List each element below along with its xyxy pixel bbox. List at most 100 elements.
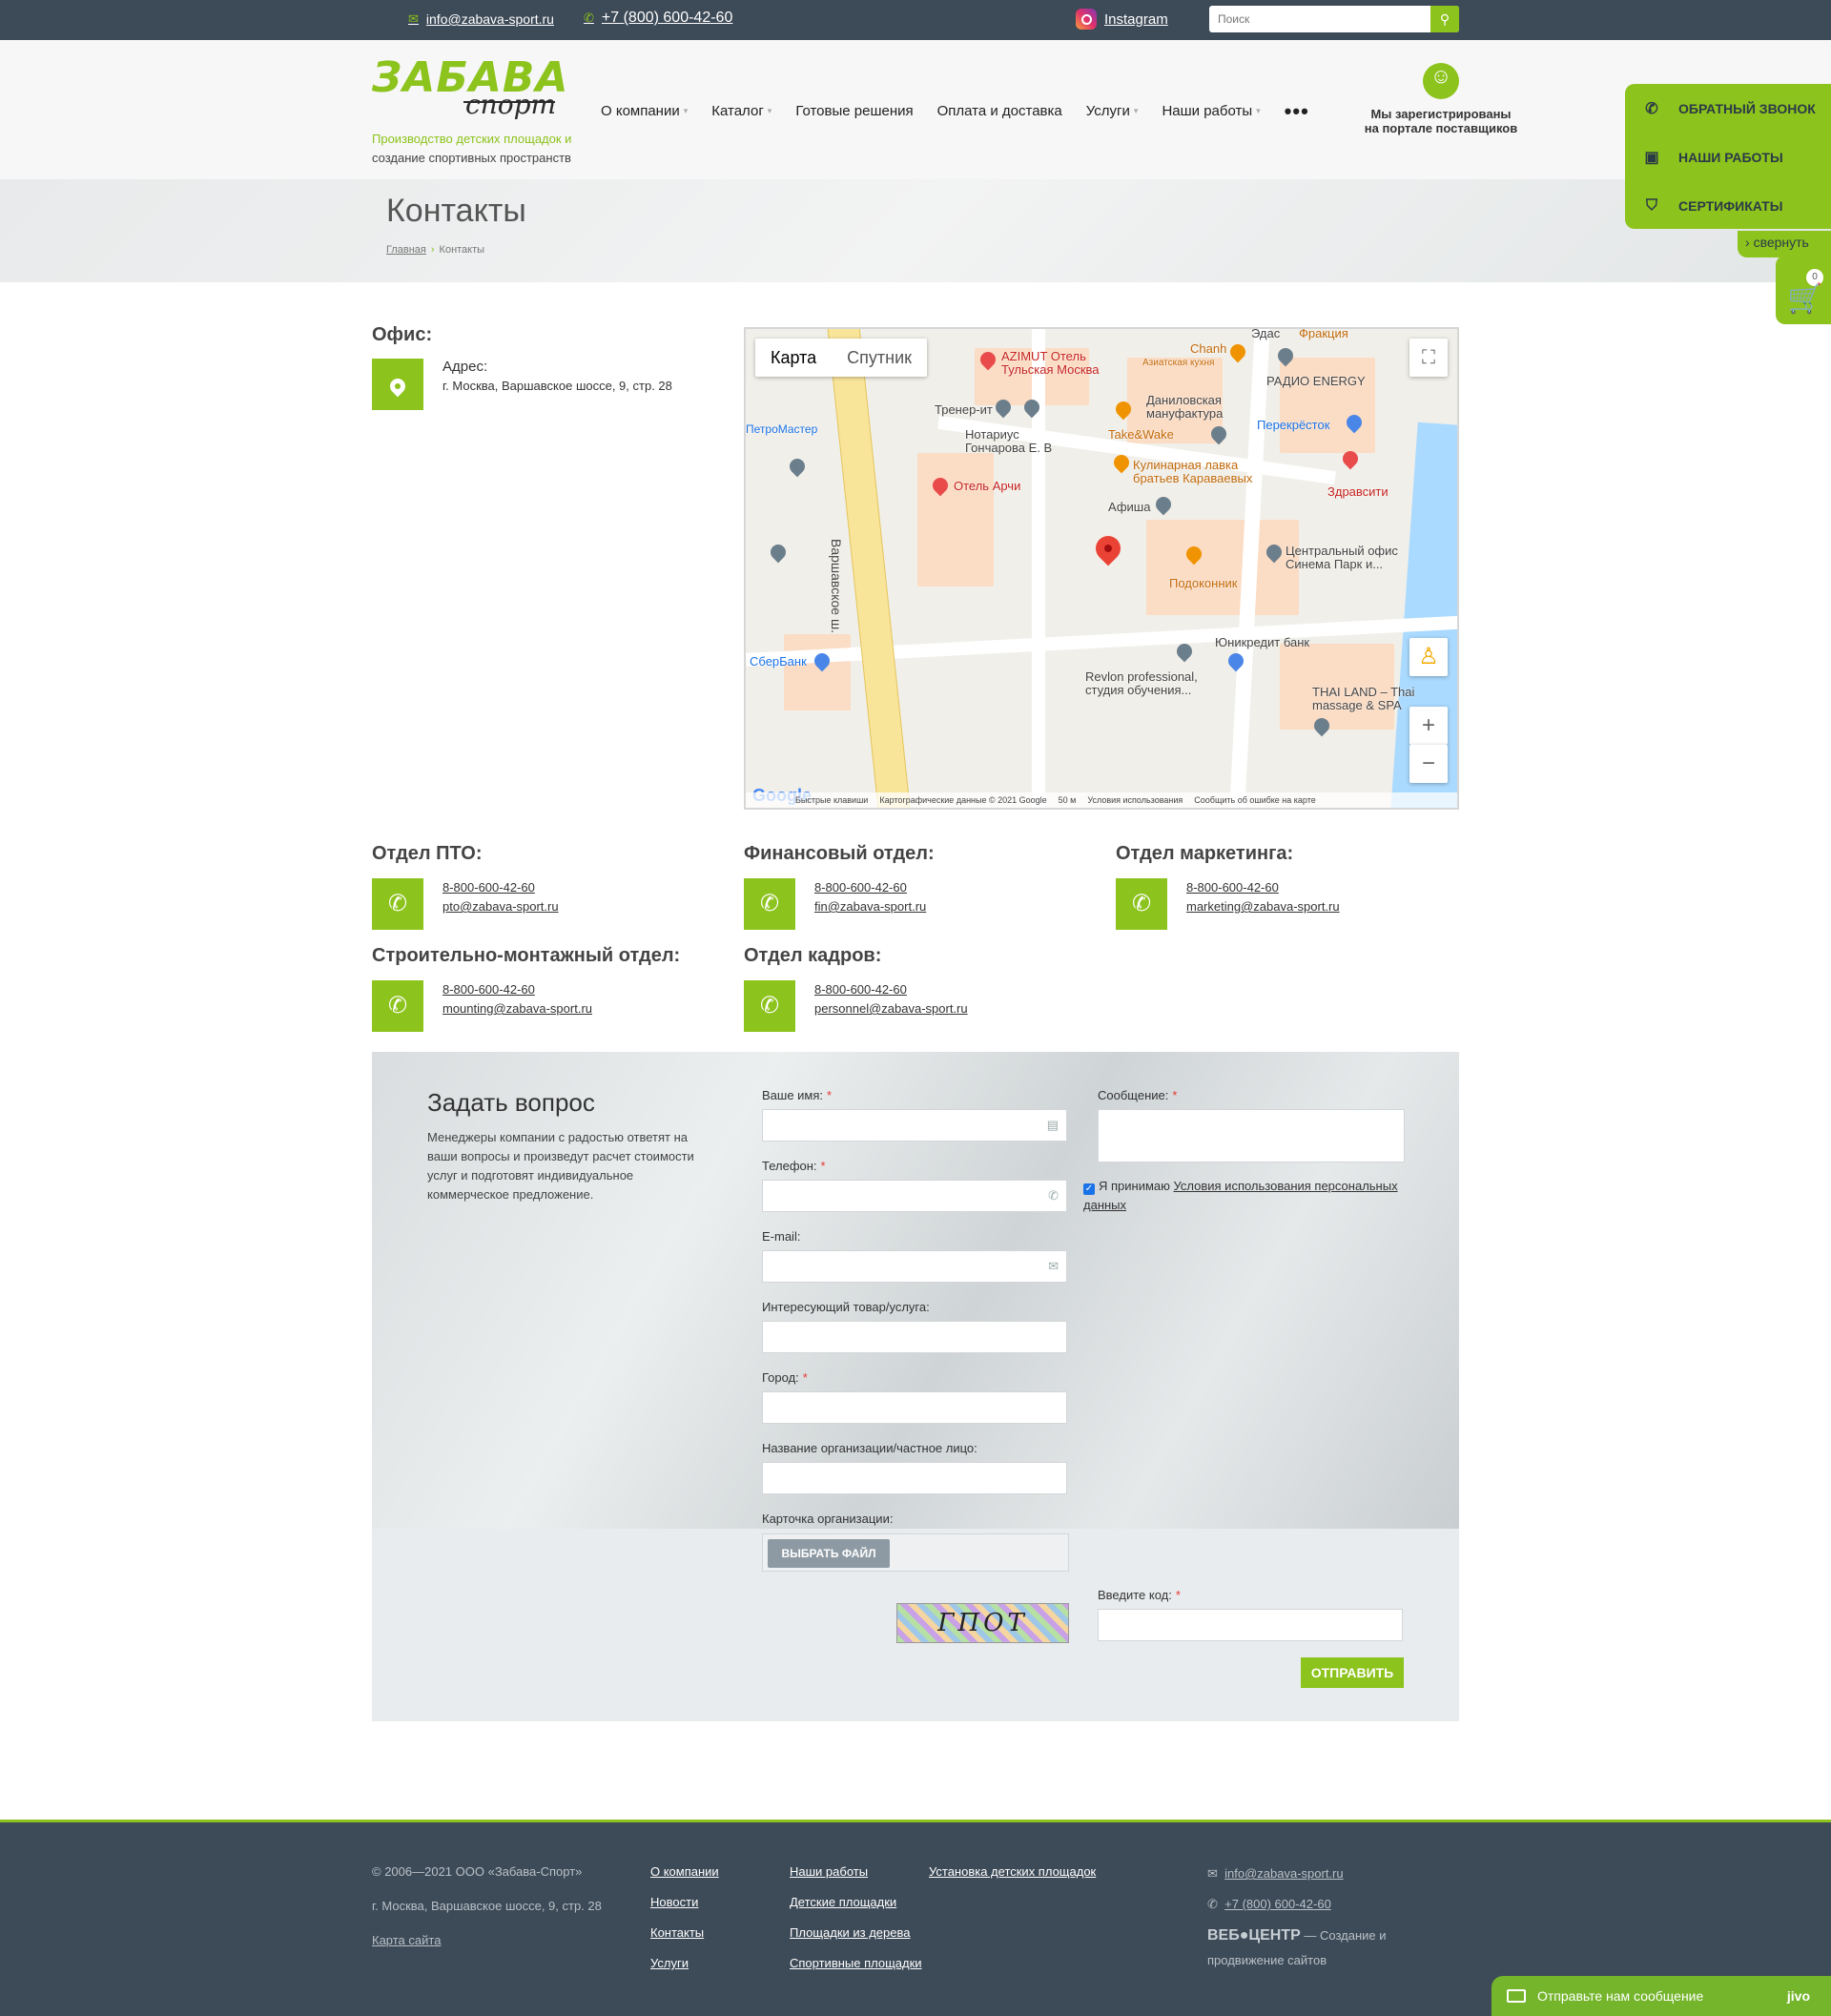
footer-copyright: © 2006—2021 ООО «Забава-Спорт» г. Москва… (372, 1864, 602, 1947)
footer-link-services[interactable]: Услуги (650, 1948, 719, 1979)
dept-phone-link[interactable]: 8-800-600-42-60 (814, 880, 907, 895)
footer-link-installation[interactable]: Установка детских площадок (929, 1857, 1096, 1887)
phone-icon: ✆ (1207, 1897, 1218, 1911)
search-button[interactable]: ⚲ (1430, 6, 1459, 32)
nav-item-catalog[interactable]: Каталог ▾ (711, 103, 771, 119)
breadcrumb: Главная › Контакты (386, 244, 484, 256)
map-poi-pin[interactable] (767, 541, 790, 564)
cart-icon: 🛒 (1787, 283, 1823, 315)
top-phone-link[interactable]: ✆ +7 (800) 600-42-60 (584, 10, 732, 27)
phone-icon: ✆ (744, 878, 795, 930)
office-location-pin[interactable] (1090, 530, 1126, 566)
map-attribution: Быстрые клавиши Картографические данные … (746, 792, 1457, 808)
footer-phone-link[interactable]: +7 (800) 600-42-60 (1224, 1897, 1331, 1911)
certificates-button[interactable]: ⛉ СЕРТИФИКАТЫ (1625, 181, 1831, 230)
phone-icon: ✆ (1048, 1188, 1059, 1203)
webcenter-credit[interactable]: ВЕБ●ЦЕНТР — Создание и продвижение сайто… (1207, 1923, 1408, 1973)
dept-email-link[interactable]: personnel@zabava-sport.ru (814, 1001, 968, 1016)
dept-contacts-finance: 8-800-600-42-60 fin@zabava-sport.ru (814, 878, 926, 916)
dept-phone-link[interactable]: 8-800-600-42-60 (814, 982, 907, 997)
pegman-icon[interactable]: ♙ (1409, 638, 1448, 676)
chevron-down-icon: ▾ (1256, 106, 1261, 115)
our-works-button[interactable]: ▣ НАШИ РАБОТЫ (1625, 133, 1831, 181)
footer-link-about[interactable]: О компании (650, 1857, 719, 1887)
card-label: Карточка организации: (762, 1512, 894, 1526)
zoom-out-button[interactable]: − (1409, 745, 1448, 783)
footer-link-works[interactable]: Наши работы (790, 1857, 922, 1887)
top-email-link[interactable]: ✉ info@zabava-sport.ru (408, 11, 554, 27)
dept-phone-link[interactable]: 8-800-600-42-60 (442, 982, 535, 997)
city-field[interactable] (762, 1391, 1067, 1424)
nav-item-solutions[interactable]: Готовые решения (795, 103, 913, 119)
footer-link-wood-playgrounds[interactable]: Площадки из дерева (790, 1918, 922, 1948)
collapse-button[interactable]: › свернуть (1738, 231, 1831, 257)
envelope-icon (1507, 1989, 1526, 2003)
dept-email-link[interactable]: fin@zabava-sport.ru (814, 899, 926, 914)
product-field[interactable] (762, 1321, 1067, 1353)
zoom-in-button[interactable]: + (1409, 707, 1448, 745)
breadcrumb-home[interactable]: Главная (386, 244, 426, 256)
footer-link-sport-playgrounds[interactable]: Спортивные площадки (790, 1948, 922, 1979)
tab-satellite[interactable]: Спутник (832, 339, 927, 377)
choose-file-button[interactable]: ВЫБРАТЬ ФАЙЛ (768, 1539, 890, 1568)
dept-phone-link[interactable]: 8-800-600-42-60 (1186, 880, 1279, 895)
envelope-icon: ✉ (408, 11, 419, 26)
dept-email-link[interactable]: pto@zabava-sport.ru (442, 899, 559, 914)
cart-button[interactable]: 0 🛒 (1776, 256, 1831, 324)
fullscreen-icon[interactable]: ⛶ (1409, 339, 1448, 377)
sitemap-link[interactable]: Карта сайта (372, 1933, 441, 1947)
footer-contacts: ✉ info@zabava-sport.ru ✆ +7 (800) 600-42… (1207, 1859, 1344, 1920)
footer-links-col1: О компании Новости Контакты Услуги (650, 1857, 719, 1979)
search-box: ⚲ (1209, 6, 1459, 32)
chevron-right-icon: › (1745, 235, 1750, 250)
footer-link-contacts[interactable]: Контакты (650, 1918, 719, 1948)
envelope-icon: ✉ (1048, 1259, 1059, 1273)
consent-checkbox[interactable]: ✓ (1083, 1183, 1095, 1195)
map-poi-pin[interactable] (786, 455, 809, 478)
nav-item-works[interactable]: Наши работы ▾ (1162, 103, 1260, 119)
map-poi-pin[interactable] (1152, 493, 1175, 516)
email-label: E-mail: (762, 1229, 801, 1244)
question-form: Задать вопрос Менеджеры компании с радос… (372, 1052, 1459, 1721)
nav-item-about[interactable]: О компании ▾ (601, 103, 688, 119)
google-map[interactable]: AZIMUT Отель Тульская Москва Chanh Азиат… (744, 327, 1459, 810)
consent-checkbox-row: ✓ Я принимаю Условия использования персон… (1083, 1179, 1398, 1212)
dept-email-link[interactable]: mounting@zabava-sport.ru (442, 1001, 592, 1016)
footer-email-link[interactable]: info@zabava-sport.ru (1224, 1866, 1343, 1881)
callback-button[interactable]: ✆ ОБРАТНЫЙ ЗВОНОК (1625, 84, 1831, 133)
office-address: Адрес: г. Москва, Варшавское шоссе, 9, с… (442, 359, 672, 393)
user-card-icon: ▤ (1046, 1118, 1059, 1132)
slogan: Производство детских площадок и создание… (372, 132, 572, 165)
dept-phone-link[interactable]: 8-800-600-42-60 (442, 880, 535, 895)
search-icon: ⚲ (1439, 11, 1450, 27)
instagram-link[interactable]: Instagram (1076, 9, 1168, 30)
file-upload: ВЫБРАТЬ ФАЙЛ (762, 1533, 1069, 1572)
logo[interactable]: ЗАБАВА спорт (372, 57, 569, 118)
dept-title-finance: Финансовый отдел: (744, 843, 935, 864)
email-field[interactable]: ✉ (762, 1250, 1067, 1283)
dept-contacts-marketing: 8-800-600-42-60 marketing@zabava-sport.r… (1186, 878, 1340, 916)
map-poi-pin[interactable] (1226, 340, 1249, 363)
name-field[interactable]: ▤ (762, 1109, 1067, 1142)
captcha-field[interactable] (1098, 1609, 1403, 1641)
name-label: Ваше имя: * (762, 1088, 833, 1102)
footer-link-playgrounds[interactable]: Детские площадки (790, 1887, 922, 1918)
main-nav: О компании ▾ Каталог ▾ Готовые решения Опл… (601, 100, 1309, 121)
nav-item-payment[interactable]: Оплата и доставка (937, 103, 1062, 119)
nav-more-button[interactable]: ••• (1285, 100, 1309, 121)
dept-email-link[interactable]: marketing@zabava-sport.ru (1186, 899, 1340, 914)
search-input[interactable] (1209, 6, 1427, 32)
org-field[interactable] (762, 1462, 1067, 1494)
phone-field[interactable]: ✆ (762, 1180, 1067, 1212)
supplier-portal-link[interactable]: Мы зарегистрированы на портале поставщик… (1352, 63, 1530, 135)
side-panel: ✆ ОБРАТНЫЙ ЗВОНОК ▣ НАШИ РАБОТЫ ⛉ СЕРТИФИКА… (1625, 84, 1831, 229)
form-lead: Менеджеры компании с радостью ответят на… (427, 1130, 694, 1202)
dept-contacts-mounting: 8-800-600-42-60 mounting@zabava-sport.ru (442, 980, 592, 1018)
submit-button[interactable]: ОТПРАВИТЬ (1301, 1657, 1404, 1688)
nav-item-services[interactable]: Услуги ▾ (1086, 103, 1139, 119)
jivo-chat-button[interactable]: Отправьте нам сообщение jivo (1492, 1976, 1831, 2016)
footer-links-col3: Установка детских площадок (929, 1857, 1096, 1887)
tab-map[interactable]: Карта (755, 339, 832, 377)
footer-link-news[interactable]: Новости (650, 1887, 719, 1918)
message-field[interactable] (1098, 1109, 1405, 1162)
